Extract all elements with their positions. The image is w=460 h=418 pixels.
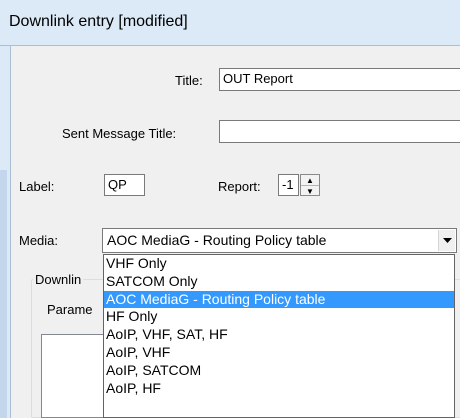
- window-frame-accent: [0, 170, 7, 418]
- dropdown-option[interactable]: AoIP, VHF, SAT, HF: [104, 326, 454, 344]
- report-label: Report:: [218, 179, 261, 194]
- label-field-label: Label:: [19, 179, 55, 194]
- spin-up-arrow-icon[interactable]: ▲: [301, 175, 319, 186]
- parameters-label: Parame: [47, 302, 93, 317]
- downlink-group-legend: Downlin: [33, 272, 84, 287]
- media-dropdown-button[interactable]: [438, 230, 455, 251]
- chevron-down-icon: [442, 238, 452, 243]
- dropdown-option[interactable]: SATCOM Only: [104, 273, 454, 291]
- sent-message-title-input[interactable]: [219, 120, 460, 143]
- dropdown-option[interactable]: AoIP, VHF: [104, 344, 454, 362]
- title-input[interactable]: OUT Report: [219, 68, 460, 91]
- dropdown-option[interactable]: AoIP, HF: [104, 380, 454, 398]
- title-label: Title:: [175, 73, 203, 88]
- dropdown-option[interactable]: HF Only: [104, 308, 454, 326]
- window-title: Downlink entry [modified]: [9, 13, 188, 30]
- media-select-value: AOC MediaG - Routing Policy table: [107, 232, 327, 248]
- report-input[interactable]: -1: [278, 174, 299, 196]
- sent-message-title-label: Sent Message Title:: [62, 126, 177, 141]
- dropdown-option-selected[interactable]: AOC MediaG - Routing Policy table: [104, 290, 454, 309]
- media-label: Media:: [19, 233, 59, 248]
- report-spinner[interactable]: ▲ ▼: [300, 174, 320, 196]
- media-select[interactable]: AOC MediaG - Routing Policy table: [102, 228, 457, 253]
- spin-down-arrow-icon[interactable]: ▼: [301, 186, 319, 197]
- parameters-list[interactable]: [41, 334, 111, 418]
- media-dropdown-list[interactable]: VHF Only SATCOM Only AOC MediaG - Routin…: [103, 254, 455, 418]
- dropdown-option[interactable]: AoIP, SATCOM: [104, 362, 454, 380]
- title-bar[interactable]: Downlink entry [modified]: [0, 0, 460, 46]
- dropdown-option[interactable]: VHF Only: [104, 255, 454, 273]
- label-input[interactable]: QP: [104, 174, 145, 196]
